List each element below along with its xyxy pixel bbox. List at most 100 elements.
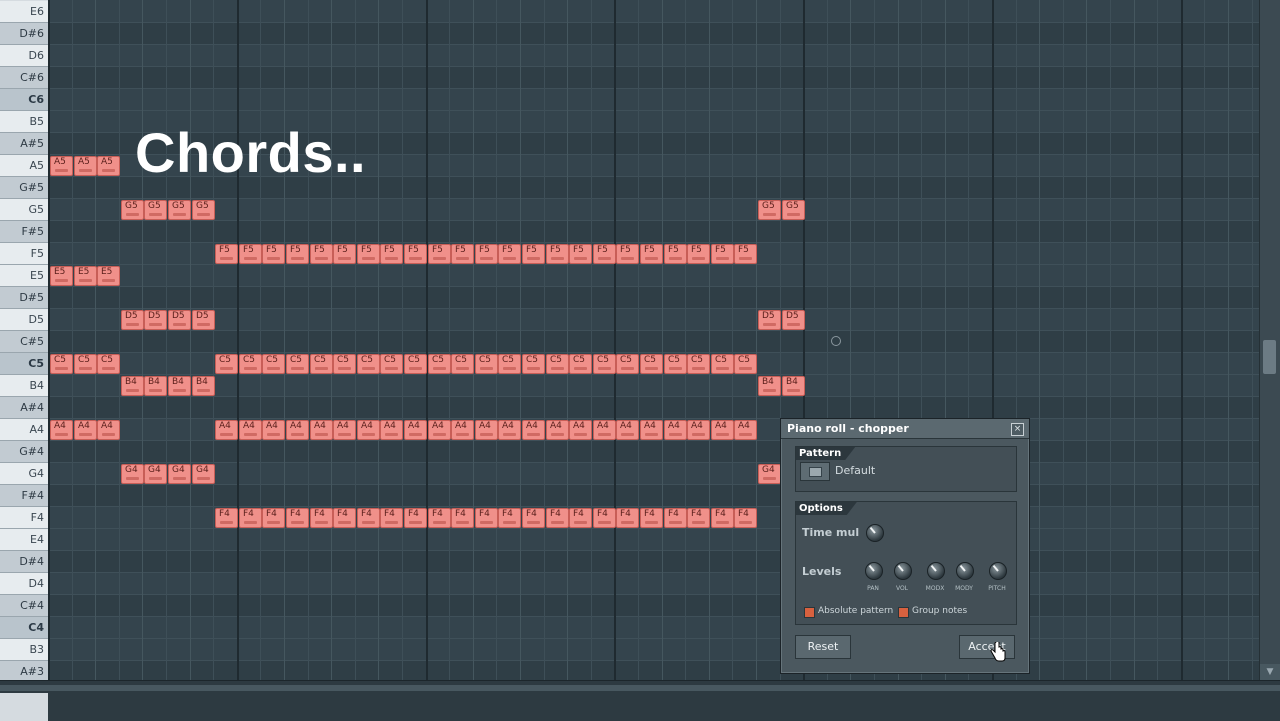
note-d5[interactable]: D5 [758, 310, 781, 330]
note-f4[interactable]: F4 [428, 508, 451, 528]
note-c5[interactable]: C5 [428, 354, 451, 374]
note-e5[interactable]: E5 [74, 266, 97, 286]
note-g5[interactable]: G5 [192, 200, 215, 220]
note-g4[interactable]: G4 [144, 464, 167, 484]
note-f4[interactable]: F4 [357, 508, 380, 528]
note-grid[interactable]: A5 A5 A5 E5 E5 E5 C5 C5 C5 A4 A4 A4 G5 G5 G5 G5 D5 D5 D5 D5… [48, 0, 1260, 680]
accept-button[interactable]: Accept [959, 635, 1015, 659]
note-f4[interactable]: F4 [215, 508, 238, 528]
scroll-down-arrow[interactable]: ▼ [1260, 664, 1280, 680]
note-f4[interactable]: F4 [546, 508, 569, 528]
note-f5[interactable]: F5 [546, 244, 569, 264]
note-a4[interactable]: A4 [546, 420, 569, 440]
note-f4[interactable]: F4 [404, 508, 427, 528]
piano-key-c4[interactable]: C4 [0, 617, 48, 639]
piano-key-d6[interactable]: D6 [0, 45, 48, 67]
note-c5[interactable]: C5 [50, 354, 73, 374]
note-c5[interactable]: C5 [711, 354, 734, 374]
note-f5[interactable]: F5 [286, 244, 309, 264]
piano-key-a5[interactable]: A5 [0, 155, 48, 177]
note-a5[interactable]: A5 [97, 156, 120, 176]
note-b4[interactable]: B4 [758, 376, 781, 396]
piano-key-fsharp4[interactable]: F#4 [0, 485, 48, 507]
note-a4[interactable]: A4 [286, 420, 309, 440]
note-a4[interactable]: A4 [711, 420, 734, 440]
note-f4[interactable]: F4 [262, 508, 285, 528]
note-d5[interactable]: D5 [144, 310, 167, 330]
note-g5[interactable]: G5 [168, 200, 191, 220]
note-c5[interactable]: C5 [734, 354, 757, 374]
note-f5[interactable]: F5 [357, 244, 380, 264]
piano-key-asharp3[interactable]: A#3 [0, 661, 48, 680]
piano-key-csharp4[interactable]: C#4 [0, 595, 48, 617]
note-g5[interactable]: G5 [758, 200, 781, 220]
note-d5[interactable]: D5 [168, 310, 191, 330]
note-f5[interactable]: F5 [475, 244, 498, 264]
piano-key-e4[interactable]: E4 [0, 529, 48, 551]
note-c5[interactable]: C5 [333, 354, 356, 374]
note-f5[interactable]: F5 [593, 244, 616, 264]
piano-key-asharp4[interactable]: A#4 [0, 397, 48, 419]
note-a4[interactable]: A4 [616, 420, 639, 440]
piano-key-asharp5[interactable]: A#5 [0, 133, 48, 155]
note-a4[interactable]: A4 [404, 420, 427, 440]
note-a4[interactable]: A4 [97, 420, 120, 440]
piano-keyboard[interactable]: E6 D#6 D6 C#6 C6 B5 A#5 A5 G#5 G5 F#5 F5 E5 D#5 D5 C#5 C… [0, 0, 49, 680]
note-c5[interactable]: C5 [310, 354, 333, 374]
piano-key-e6[interactable]: E6 [0, 1, 48, 23]
pan-knob[interactable] [865, 562, 883, 580]
piano-key-dsharp6[interactable]: D#6 [0, 23, 48, 45]
note-f4[interactable]: F4 [711, 508, 734, 528]
note-c5[interactable]: C5 [239, 354, 262, 374]
note-f5[interactable]: F5 [215, 244, 238, 264]
note-c5[interactable]: C5 [262, 354, 285, 374]
note-f5[interactable]: F5 [711, 244, 734, 264]
note-f5[interactable]: F5 [734, 244, 757, 264]
note-b4[interactable]: B4 [168, 376, 191, 396]
note-a4[interactable]: A4 [522, 420, 545, 440]
note-a4[interactable]: A4 [593, 420, 616, 440]
note-f5[interactable]: F5 [262, 244, 285, 264]
note-a4[interactable]: A4 [262, 420, 285, 440]
note-g4[interactable]: G4 [758, 464, 781, 484]
note-b4[interactable]: B4 [144, 376, 167, 396]
note-a4[interactable]: A4 [428, 420, 451, 440]
note-d5[interactable]: D5 [192, 310, 215, 330]
note-f4[interactable]: F4 [640, 508, 663, 528]
note-c5[interactable]: C5 [546, 354, 569, 374]
note-c5[interactable]: C5 [522, 354, 545, 374]
group-notes-checkbox[interactable] [898, 607, 909, 618]
note-a4[interactable]: A4 [451, 420, 474, 440]
scrollbar-thumb[interactable] [1263, 340, 1276, 374]
note-g5[interactable]: G5 [144, 200, 167, 220]
note-f5[interactable]: F5 [687, 244, 710, 264]
piano-key-csharp6[interactable]: C#6 [0, 67, 48, 89]
note-f4[interactable]: F4 [475, 508, 498, 528]
note-f5[interactable]: F5 [428, 244, 451, 264]
note-f4[interactable]: F4 [734, 508, 757, 528]
note-c5[interactable]: C5 [616, 354, 639, 374]
piano-key-d5[interactable]: D5 [0, 309, 48, 331]
note-f5[interactable]: F5 [664, 244, 687, 264]
note-c5[interactable]: C5 [687, 354, 710, 374]
note-d5[interactable]: D5 [121, 310, 144, 330]
piano-key-dsharp4[interactable]: D#4 [0, 551, 48, 573]
note-g5[interactable]: G5 [782, 200, 805, 220]
note-f4[interactable]: F4 [333, 508, 356, 528]
note-g4[interactable]: G4 [192, 464, 215, 484]
piano-key-fsharp5[interactable]: F#5 [0, 221, 48, 243]
note-a4[interactable]: A4 [640, 420, 663, 440]
note-c5[interactable]: C5 [498, 354, 521, 374]
note-f4[interactable]: F4 [380, 508, 403, 528]
note-f4[interactable]: F4 [522, 508, 545, 528]
note-a4[interactable]: A4 [380, 420, 403, 440]
note-f4[interactable]: F4 [593, 508, 616, 528]
note-f4[interactable]: F4 [616, 508, 639, 528]
note-f4[interactable]: F4 [451, 508, 474, 528]
note-f5[interactable]: F5 [380, 244, 403, 264]
note-a5[interactable]: A5 [74, 156, 97, 176]
note-b4[interactable]: B4 [192, 376, 215, 396]
note-a4[interactable]: A4 [239, 420, 262, 440]
note-a4[interactable]: A4 [215, 420, 238, 440]
note-c5[interactable]: C5 [357, 354, 380, 374]
